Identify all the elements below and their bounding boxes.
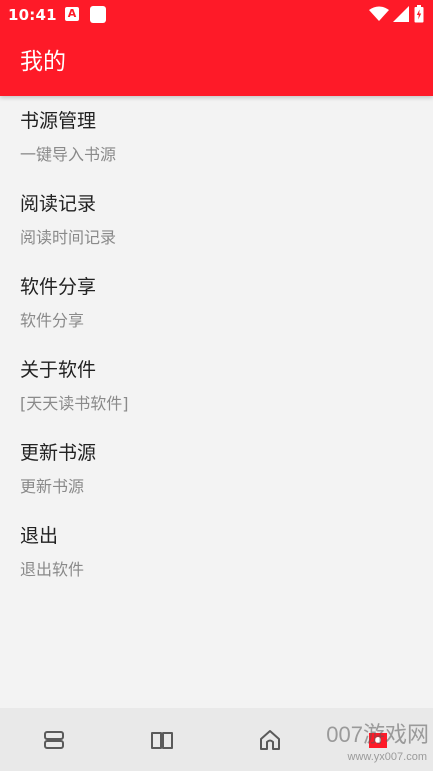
home-icon[interactable] xyxy=(258,728,282,752)
menu-item-subtitle: 退出软件 xyxy=(20,560,85,579)
menu-item-about-app[interactable]: 关于软件 [天天读书软件] xyxy=(0,345,433,428)
menu-item-title: 阅读记录 xyxy=(20,193,97,215)
menu-item-title: 退出 xyxy=(20,525,59,547)
menu-item-subtitle: [天天读书软件] xyxy=(20,394,129,413)
menu-item-subtitle: 软件分享 xyxy=(20,311,85,330)
menu-item-reading-history[interactable]: 阅读记录 阅读时间记录 xyxy=(0,179,433,262)
watermark: 007游戏网 xyxy=(326,722,429,747)
menu-item-subtitle: 一键导入书源 xyxy=(20,145,117,164)
menu-item-subtitle: 阅读时间记录 xyxy=(20,228,117,247)
book-icon[interactable] xyxy=(150,728,174,752)
menu-item-title: 更新书源 xyxy=(20,442,97,464)
menu-item-exit[interactable]: 退出 退出软件 xyxy=(0,511,433,594)
menu-item-share-app[interactable]: 软件分享 软件分享 xyxy=(0,262,433,345)
sd-card-icon xyxy=(90,6,106,23)
status-time: 10:41 xyxy=(8,6,57,24)
menu-item-source-management[interactable]: 书源管理 一键导入书源 xyxy=(0,96,433,179)
a-notification-icon: A xyxy=(65,7,79,21)
shelf-icon[interactable] xyxy=(42,728,66,752)
menu-item-title: 关于软件 xyxy=(20,359,97,381)
wifi-icon xyxy=(369,6,389,26)
cell-signal-icon xyxy=(393,6,409,26)
status-bar: 10:41 A xyxy=(0,0,433,30)
menu-item-title: 软件分享 xyxy=(20,276,97,298)
menu-item-title: 书源管理 xyxy=(20,110,97,132)
page-title: 我的 xyxy=(20,49,66,75)
app-header: 10:41 A 我的 xyxy=(0,0,433,96)
watermark-url: www.yx007.com xyxy=(347,751,427,763)
menu-item-update-sources[interactable]: 更新书源 更新书源 xyxy=(0,428,433,511)
battery-icon xyxy=(414,5,424,27)
menu-item-subtitle: 更新书源 xyxy=(20,477,85,496)
menu-list: 书源管理 一键导入书源 阅读记录 阅读时间记录 软件分享 软件分享 关于软件 [… xyxy=(0,96,433,594)
